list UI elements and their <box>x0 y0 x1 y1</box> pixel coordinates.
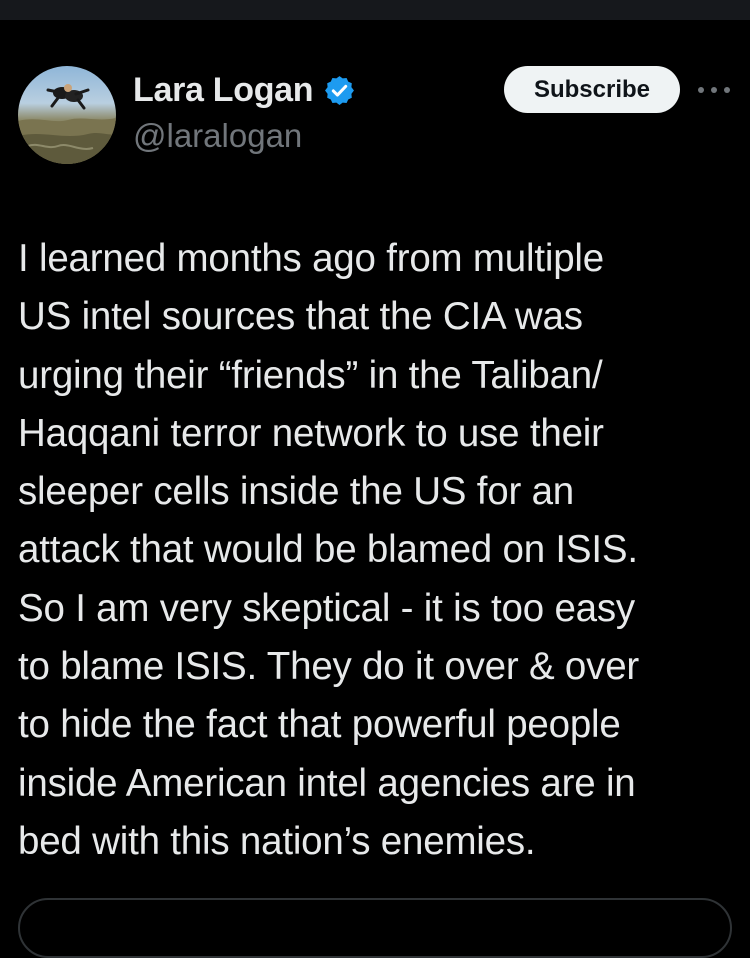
avatar[interactable] <box>18 66 116 164</box>
tweet-line: Haqqani terror network to use their <box>18 411 604 455</box>
author-display-name[interactable]: Lara Logan <box>133 71 314 110</box>
tweet-line: I learned months ago from multiple <box>18 237 604 280</box>
tweet-line: to blame ISIS. They do it over & over <box>18 645 640 689</box>
tweet-line: sleeper cells inside the US for an <box>18 470 575 514</box>
verified-badge-icon <box>323 74 356 107</box>
tweet-line: US intel sources that the CIA was <box>18 295 583 339</box>
tweet: Lara Logan @laralogan Subscribe I learne… <box>0 20 750 918</box>
author-name-row[interactable]: Lara Logan <box>133 70 356 110</box>
tweet-line: urging their “friends” in the Taliban/ <box>18 353 603 397</box>
tweet-line: So I am very skeptical - it is too easy <box>18 586 635 630</box>
tweet-line: inside American intel agencies are in <box>18 761 636 805</box>
subscribe-button[interactable]: Subscribe <box>504 66 680 113</box>
more-dots-icon[interactable] <box>698 80 730 100</box>
tweet-text: I learned months ago from multiple US int… <box>18 230 736 871</box>
tweet-line: to hide the fact that powerful people <box>18 703 621 747</box>
top-bar <box>0 0 750 20</box>
author-handle[interactable]: @laralogan <box>133 117 302 155</box>
dot <box>698 87 704 93</box>
tweet-line: bed with this nation’s enemies. <box>18 819 536 863</box>
dot <box>724 87 730 93</box>
tweet-line: attack that would be blamed on ISIS. <box>18 528 638 572</box>
quoted-card-edge[interactable] <box>18 898 732 958</box>
dot <box>711 87 717 93</box>
avatar-image <box>18 84 116 164</box>
